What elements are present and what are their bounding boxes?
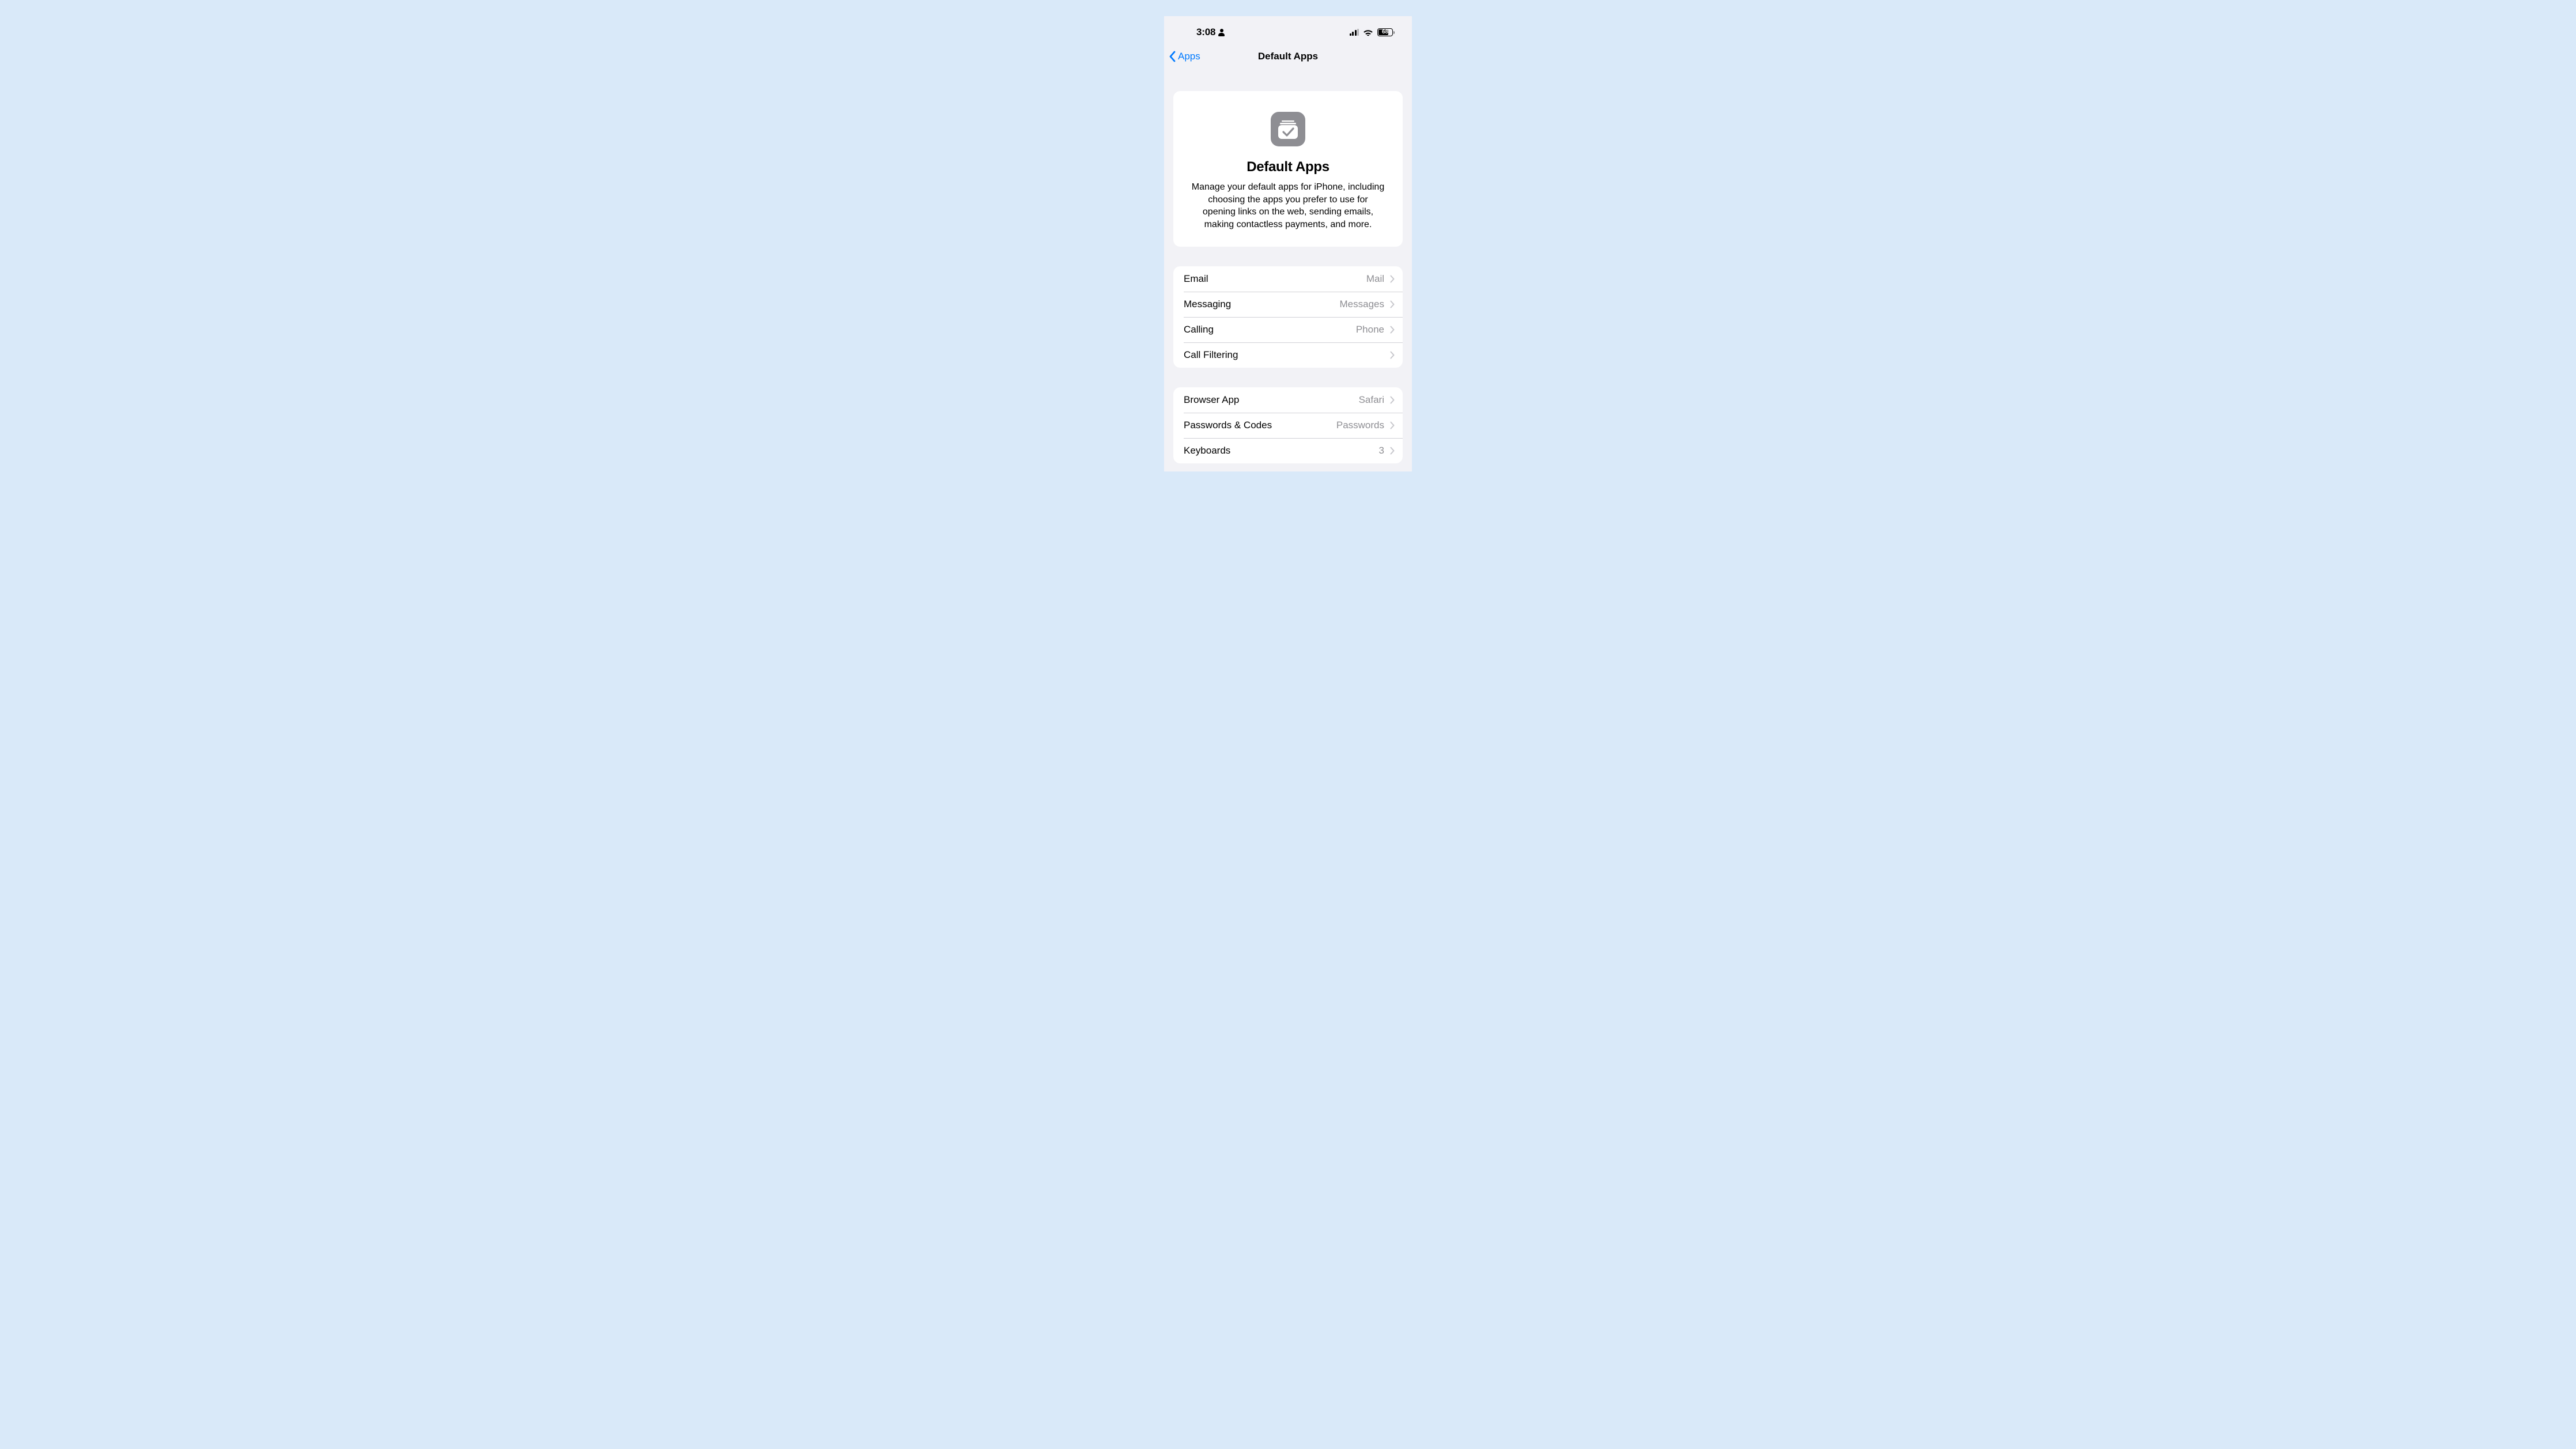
intro-title: Default Apps xyxy=(1191,159,1385,175)
row-label: Email xyxy=(1184,273,1208,285)
chevron-right-icon xyxy=(1390,300,1395,308)
row-value: Passwords xyxy=(1336,420,1384,431)
row-call-filtering[interactable]: Call Filtering xyxy=(1173,342,1403,368)
cellular-signal-icon xyxy=(1350,29,1359,36)
row-label: Keyboards xyxy=(1184,445,1230,456)
intro-description: Manage your default apps for iPhone, inc… xyxy=(1191,181,1385,231)
row-label: Browser App xyxy=(1184,394,1239,406)
row-messaging[interactable]: Messaging Messages xyxy=(1173,292,1403,317)
row-keyboards[interactable]: Keyboards 3 xyxy=(1173,438,1403,463)
status-right: 68 xyxy=(1350,28,1395,36)
battery-icon: 68 xyxy=(1377,28,1395,36)
row-label: Call Filtering xyxy=(1184,349,1238,361)
row-label: Messaging xyxy=(1184,299,1231,310)
chevron-right-icon xyxy=(1390,396,1395,404)
content-area: Default Apps Manage your default apps fo… xyxy=(1164,91,1412,463)
phone-screen: 3:08 68 xyxy=(1164,16,1412,471)
intro-card: Default Apps Manage your default apps fo… xyxy=(1173,91,1403,247)
wifi-icon xyxy=(1363,29,1373,36)
chevron-right-icon xyxy=(1390,326,1395,334)
status-time: 3:08 xyxy=(1196,27,1215,38)
chevron-left-icon xyxy=(1169,51,1176,62)
row-label: Passwords & Codes xyxy=(1184,420,1272,431)
row-value: Phone xyxy=(1356,324,1384,335)
back-label: Apps xyxy=(1178,51,1200,62)
nav-title: Default Apps xyxy=(1258,51,1318,62)
list-group-system: Browser App Safari Passwords & Codes Pas… xyxy=(1173,387,1403,463)
back-button[interactable]: Apps xyxy=(1169,51,1200,62)
row-value: Mail xyxy=(1366,273,1384,285)
chevron-right-icon xyxy=(1390,421,1395,429)
row-email[interactable]: Email Mail xyxy=(1173,266,1403,292)
row-calling[interactable]: Calling Phone xyxy=(1173,317,1403,342)
list-group-communication: Email Mail Messaging Messages Calling Ph… xyxy=(1173,266,1403,368)
person-icon xyxy=(1218,29,1225,36)
status-left: 3:08 xyxy=(1196,27,1225,38)
row-value: Safari xyxy=(1359,394,1384,406)
battery-percent: 68 xyxy=(1378,29,1392,35)
chevron-right-icon xyxy=(1390,275,1395,283)
row-value: 3 xyxy=(1379,445,1384,456)
status-bar: 3:08 68 xyxy=(1164,16,1412,44)
chevron-right-icon xyxy=(1390,447,1395,455)
nav-bar: Apps Default Apps xyxy=(1164,44,1412,69)
default-apps-icon xyxy=(1271,112,1305,146)
row-browser-app[interactable]: Browser App Safari xyxy=(1173,387,1403,413)
chevron-right-icon xyxy=(1390,351,1395,359)
row-value: Messages xyxy=(1340,299,1384,310)
row-label: Calling xyxy=(1184,324,1214,335)
row-passwords-codes[interactable]: Passwords & Codes Passwords xyxy=(1173,413,1403,438)
